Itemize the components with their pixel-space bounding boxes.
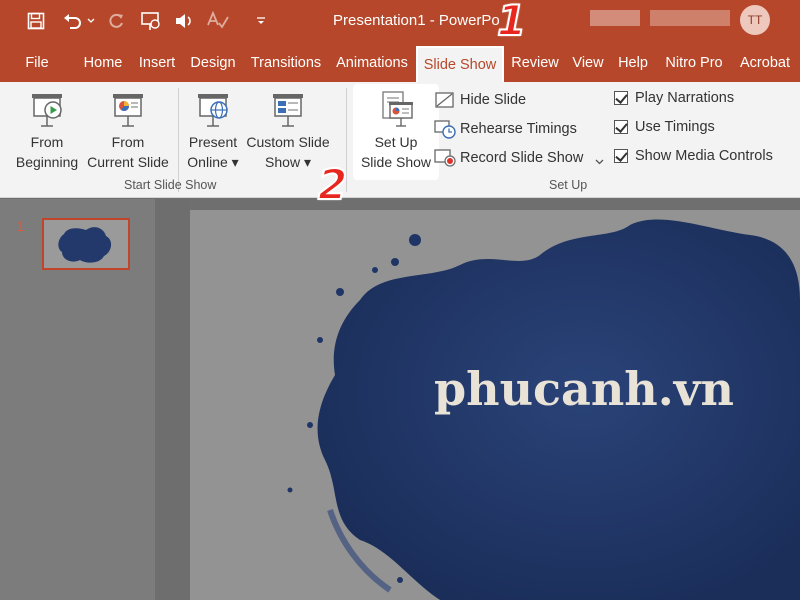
tab-view[interactable]: View xyxy=(566,44,610,82)
hide-slide-label: Hide Slide xyxy=(460,92,527,108)
setup-label-1: Set Up xyxy=(374,134,418,150)
ribbon-tabs: File Home Insert Design Transitions Anim… xyxy=(0,44,800,82)
tab-review[interactable]: Review xyxy=(506,44,564,82)
show-media-controls-checkbox[interactable]: Show Media Controls xyxy=(614,148,773,164)
hide-slide-button[interactable]: Hide Slide xyxy=(434,90,526,110)
tab-transitions[interactable]: Transitions xyxy=(246,44,326,82)
tab-help[interactable]: Help xyxy=(612,44,654,82)
set-up-group-label: Set Up xyxy=(549,178,588,192)
slide-thumbnail[interactable] xyxy=(42,218,130,270)
slide-canvas[interactable]: phucanh.vn xyxy=(190,210,800,600)
setup-label-2: Slide Show xyxy=(360,154,432,170)
from-beginning-label-2: Beginning xyxy=(15,154,79,170)
slide-number: 1 xyxy=(17,218,25,234)
record-icon xyxy=(434,148,456,168)
undo-icon[interactable] xyxy=(58,8,88,34)
slide-thumbnails-pane: 1 xyxy=(0,199,155,600)
ribbon: From Beginning From Current Slide Presen… xyxy=(0,82,800,198)
save-icon[interactable] xyxy=(24,8,48,34)
tab-animations[interactable]: Animations xyxy=(330,44,414,82)
from-current-slide-icon xyxy=(113,94,143,127)
avatar[interactable]: TT xyxy=(740,5,770,35)
record-slide-show-label: Record Slide Show xyxy=(460,150,584,166)
tab-acrobat[interactable]: Acrobat xyxy=(734,44,796,82)
tab-nitro-pro[interactable]: Nitro Pro xyxy=(656,44,732,82)
checkbox-checked-icon xyxy=(614,149,628,163)
checkbox-checked-icon xyxy=(614,120,628,134)
tab-home[interactable]: Home xyxy=(76,44,130,82)
show-media-controls-label: Show Media Controls xyxy=(635,148,773,164)
undo-dropdown-icon[interactable] xyxy=(86,8,96,34)
step-marker-2: 2 xyxy=(317,159,348,210)
play-narrations-label: Play Narrations xyxy=(635,90,735,106)
ribbon-separator xyxy=(178,88,179,192)
rehearse-timings-icon xyxy=(434,119,456,139)
thumbnail-ink-splash xyxy=(58,227,112,263)
window-title: Presentation1 - PowerPo xyxy=(333,12,500,29)
step-marker-1: 1 xyxy=(496,0,527,46)
from-beginning-button[interactable]: From Beginning xyxy=(6,90,88,172)
use-timings-checkbox[interactable]: Use Timings xyxy=(614,119,715,135)
speaker-icon[interactable] xyxy=(172,8,196,34)
tab-slide-show[interactable]: Slide Show xyxy=(416,46,504,82)
from-beginning-label-1: From xyxy=(30,134,64,150)
play-narrations-checkbox[interactable]: Play Narrations xyxy=(614,90,734,106)
redo-icon[interactable] xyxy=(104,8,128,34)
present-online-button[interactable]: Present Online ▾ xyxy=(180,90,246,172)
spelling-icon[interactable] xyxy=(204,8,232,34)
checkbox-checked-icon xyxy=(614,91,628,105)
tab-design[interactable]: Design xyxy=(186,44,240,82)
present-online-icon xyxy=(198,94,228,127)
set-up-slide-show-icon xyxy=(382,91,413,127)
custom-slide-show-icon xyxy=(273,94,303,127)
account-email-blur xyxy=(650,10,730,26)
use-timings-label: Use Timings xyxy=(635,119,715,135)
start-slide-show-group-label: Start Slide Show xyxy=(124,178,217,192)
rehearse-timings-button[interactable]: Rehearse Timings xyxy=(434,119,577,139)
custom-show-label-1: Custom Slide xyxy=(246,134,330,150)
customize-icon[interactable] xyxy=(254,8,268,34)
rehearse-timings-label: Rehearse Timings xyxy=(460,121,577,137)
record-slide-show-button[interactable]: Record Slide Show xyxy=(434,148,583,168)
present-online-label-1: Present xyxy=(188,134,238,150)
from-beginning-icon xyxy=(32,94,62,127)
from-current-label-1: From xyxy=(111,134,145,150)
title-bar: Presentation1 - PowerPo TT xyxy=(0,0,800,44)
present-icon[interactable] xyxy=(138,8,164,34)
hide-slide-icon xyxy=(434,90,456,110)
tab-file[interactable]: File xyxy=(15,44,59,82)
from-current-slide-button[interactable]: From Current Slide xyxy=(84,90,172,172)
pane-divider[interactable] xyxy=(155,199,190,600)
slide-title-text[interactable]: phucanh.vn xyxy=(434,362,734,416)
set-up-slide-show-button[interactable]: Set Up Slide Show xyxy=(353,90,439,172)
record-dropdown-icon[interactable] xyxy=(595,152,604,170)
from-current-label-2: Current Slide xyxy=(87,154,169,170)
present-online-label-2: Online ▾ xyxy=(187,154,239,170)
account-name-blur xyxy=(590,10,640,26)
tab-insert[interactable]: Insert xyxy=(134,44,180,82)
